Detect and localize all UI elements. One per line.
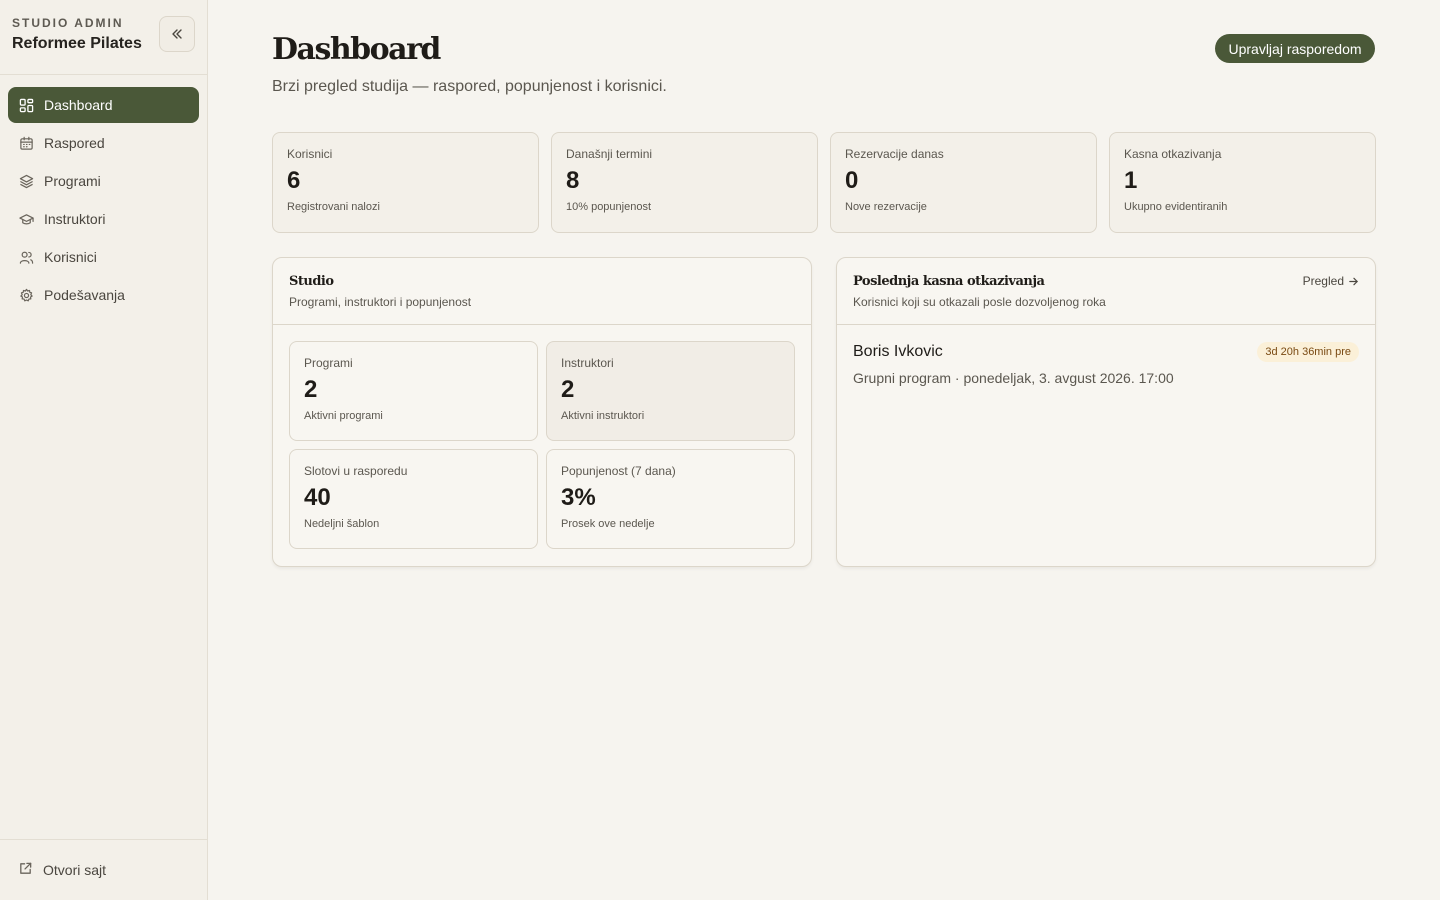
stat-card-late-cancellations: Kasna otkazivanja 1 Ukupno evidentiranih bbox=[1109, 132, 1376, 233]
panel-description: Korisnici koji su otkazali posle dozvolj… bbox=[853, 295, 1106, 309]
tile-label: Popunjenost (7 dana) bbox=[561, 464, 676, 478]
stat-value: 0 bbox=[845, 167, 859, 194]
cancellation-details: Grupni program · ponedeljak, 3. avgust 2… bbox=[853, 370, 1174, 386]
sidebar-nav: Dashboard Raspored Programi Instruktori … bbox=[8, 87, 199, 315]
stat-hint: Ukupno evidentiranih bbox=[1124, 201, 1228, 213]
open-site-link[interactable]: Otvori sajt bbox=[8, 852, 199, 888]
tile-value: 3% bbox=[561, 484, 596, 511]
tile-occupancy: Popunjenost (7 dana) 3% Prosek ove nedel… bbox=[546, 449, 795, 549]
stat-card-reservations-today: Rezervacije danas 0 Nove rezervacije bbox=[830, 132, 1097, 233]
brand: STUDIO ADMIN Reformee Pilates bbox=[12, 16, 142, 53]
sidebar-item-korisnici[interactable]: Korisnici bbox=[8, 239, 199, 275]
tile-label: Instruktori bbox=[561, 356, 614, 370]
view-all-label: Pregled bbox=[1302, 274, 1344, 288]
tile-schedule-slots: Slotovi u rasporedu 40 Nedeljni šablon bbox=[289, 449, 538, 549]
tile-value: 2 bbox=[561, 376, 575, 403]
tile-hint: Nedeljni šablon bbox=[304, 518, 380, 530]
stat-label: Kasna otkazivanja bbox=[1124, 147, 1222, 161]
sidebar-item-label: Raspored bbox=[44, 135, 105, 151]
stat-value: 8 bbox=[566, 167, 580, 194]
stat-card-users: Korisnici 6 Registrovani nalozi bbox=[272, 132, 539, 233]
sidebar-divider bbox=[0, 74, 207, 75]
time-ago-badge: 3d 20h 36min pre bbox=[1257, 342, 1359, 362]
stat-label: Korisnici bbox=[287, 147, 333, 161]
manage-schedule-button[interactable]: Upravljaj rasporedom bbox=[1215, 34, 1375, 63]
sidebar-item-label: Podešavanja bbox=[44, 287, 125, 303]
layers-icon bbox=[18, 173, 34, 189]
external-link-icon bbox=[18, 861, 33, 879]
stat-label: Današnji termini bbox=[566, 147, 653, 161]
graduation-cap-icon bbox=[18, 211, 34, 227]
brand-name: Reformee Pilates bbox=[12, 35, 142, 52]
tile-label: Slotovi u rasporedu bbox=[304, 464, 408, 478]
panel-description: Programi, instruktori i popunjenost bbox=[289, 295, 472, 309]
tile-instructors: Instruktori 2 Aktivni instruktori bbox=[546, 341, 795, 441]
calendar-icon bbox=[18, 135, 34, 151]
studio-panel: Studio Programi, instruktori i popunjeno… bbox=[272, 257, 812, 567]
panel-title: Studio bbox=[289, 274, 334, 289]
page-subtitle: Brzi pregled studija — raspored, popunje… bbox=[272, 78, 667, 95]
stat-hint: 10% popunjenost bbox=[566, 201, 652, 213]
sidebar-item-raspored[interactable]: Raspored bbox=[8, 125, 199, 161]
stat-value: 6 bbox=[287, 167, 301, 194]
sidebar-divider bbox=[0, 839, 207, 840]
view-all-link[interactable]: Pregled bbox=[1303, 274, 1359, 288]
sidebar: STUDIO ADMIN Reformee Pilates Dashboard bbox=[0, 0, 208, 900]
tile-label: Programi bbox=[304, 356, 353, 370]
collapse-sidebar-button[interactable] bbox=[159, 16, 195, 52]
tile-hint: Aktivni programi bbox=[304, 410, 383, 422]
sidebar-item-label: Programi bbox=[44, 173, 101, 189]
panel-title: Poslednja kasna otkazivanja bbox=[853, 274, 1045, 289]
open-site-label: Otvori sajt bbox=[43, 862, 107, 878]
sidebar-item-label: Instruktori bbox=[44, 211, 106, 227]
panel-header: Poslednja kasna otkazivanja Korisnici ko… bbox=[837, 258, 1375, 325]
tile-hint: Aktivni instruktori bbox=[561, 410, 645, 422]
cancellation-user-name: Boris Ivkovic bbox=[853, 343, 943, 360]
tile-value: 2 bbox=[304, 376, 318, 403]
stat-card-todays-sessions: Današnji termini 8 10% popunjenost bbox=[551, 132, 818, 233]
brand-eyebrow: STUDIO ADMIN bbox=[12, 16, 124, 30]
chevrons-left-icon bbox=[172, 29, 182, 39]
gear-icon bbox=[18, 287, 34, 303]
dashboard-icon bbox=[18, 97, 34, 113]
sidebar-item-podesavanja[interactable]: Podešavanja bbox=[8, 277, 199, 313]
page-title: Dashboard bbox=[272, 32, 441, 67]
stat-label: Rezervacije danas bbox=[845, 147, 944, 161]
stat-value: 1 bbox=[1124, 167, 1138, 194]
stat-hint: Nove rezervacije bbox=[845, 201, 927, 213]
sidebar-item-label: Korisnici bbox=[44, 249, 97, 265]
sidebar-item-programi[interactable]: Programi bbox=[8, 163, 199, 199]
panel-header: Studio Programi, instruktori i popunjeno… bbox=[273, 258, 811, 325]
tile-value: 40 bbox=[304, 484, 331, 511]
sidebar-item-instruktori[interactable]: Instruktori bbox=[8, 201, 199, 237]
sidebar-item-dashboard[interactable]: Dashboard bbox=[8, 87, 199, 123]
sidebar-item-label: Dashboard bbox=[44, 97, 113, 113]
arrow-right-icon bbox=[1349, 277, 1358, 285]
tile-programs: Programi 2 Aktivni programi bbox=[289, 341, 538, 441]
stat-hint: Registrovani nalozi bbox=[287, 201, 380, 213]
users-icon bbox=[18, 249, 34, 265]
late-cancellations-panel: Poslednja kasna otkazivanja Korisnici ko… bbox=[836, 257, 1376, 567]
tile-hint: Prosek ove nedelje bbox=[561, 518, 655, 530]
